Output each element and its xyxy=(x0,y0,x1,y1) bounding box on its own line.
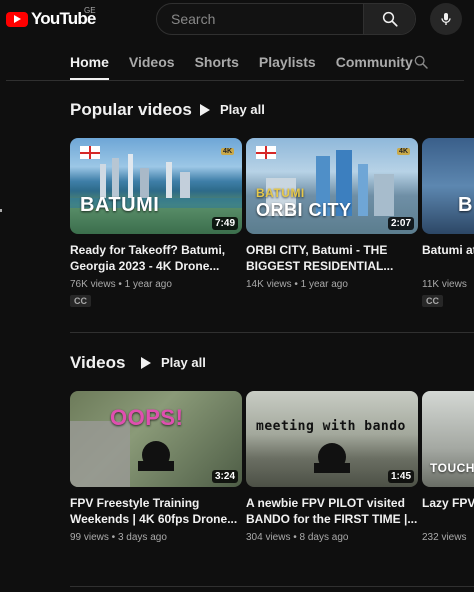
view-count: 11K views xyxy=(422,279,467,290)
video-card[interactable]: meeting with bando 1:45 A newbie FPV PIL… xyxy=(246,391,418,543)
play-all-videos[interactable]: Play all xyxy=(141,355,206,370)
video-thumbnail[interactable]: meeting with bando 1:45 xyxy=(246,391,418,487)
thumbnail-text: B xyxy=(458,194,473,216)
thumbnail-subtext: BATUMI xyxy=(256,186,305,200)
video-title[interactable]: Lazy FPV S cinematic xyxy=(422,495,474,527)
video-duration: 1:45 xyxy=(387,470,414,483)
video-title[interactable]: ORBI CITY, Batumi - THE BIGGEST RESIDENT… xyxy=(246,242,418,274)
voice-search-button[interactable] xyxy=(430,3,462,35)
georgia-flag-icon xyxy=(256,146,276,159)
upload-age: 1 year ago xyxy=(300,279,348,290)
section-title-videos: Videos xyxy=(70,353,126,372)
video-card[interactable]: 4K BATUMI ORBI CITY 2:07 ORBI CITY, Batu… xyxy=(246,138,418,290)
tab-community[interactable]: Community xyxy=(336,46,413,80)
view-count: 99 views xyxy=(70,532,109,543)
view-count: 14K views xyxy=(246,279,292,290)
upload-age: 8 days ago xyxy=(299,532,349,543)
thumbnail-text: ORBI CITY xyxy=(256,200,352,220)
cc-badge: CC xyxy=(422,295,443,307)
search-icon xyxy=(414,55,428,69)
georgia-flag-icon xyxy=(80,146,100,159)
country-code: GE xyxy=(84,6,96,15)
search-box xyxy=(156,3,416,35)
video-meta: 304 views • 8 days ago xyxy=(246,532,349,543)
video-card[interactable]: B Batumi at Pro | 4K Ci 11K views CC xyxy=(422,138,474,309)
upload-age: 1 year ago xyxy=(124,279,172,290)
video-thumbnail[interactable]: TOUCH xyxy=(422,391,474,487)
video-duration: 3:24 xyxy=(211,470,238,483)
play-all-label: Play all xyxy=(220,102,265,117)
search-button[interactable] xyxy=(363,4,415,34)
video-thumbnail[interactable]: OOPS! 3:24 xyxy=(70,391,242,487)
view-count: 304 views xyxy=(246,532,291,543)
youtube-play-icon xyxy=(6,11,28,27)
video-card[interactable]: OOPS! 3:24 FPV Freestyle Training Weeken… xyxy=(70,391,242,543)
tab-playlists[interactable]: Playlists xyxy=(259,46,316,80)
section-title-popular: Popular videos xyxy=(70,100,192,119)
thumbnail-text: meeting with bando xyxy=(256,419,406,434)
video-thumbnail[interactable]: 4K BATUMI ORBI CITY 2:07 xyxy=(246,138,418,234)
video-thumbnail[interactable]: 4K BATUMI 7:49 xyxy=(70,138,242,234)
video-card[interactable]: 4K BATUMI 7:49 Ready for Takeoff? Batumi… xyxy=(70,138,242,309)
video-title[interactable]: FPV Freestyle Training Weekends | 4K 60f… xyxy=(70,495,242,527)
thumbnail-text: TOUCH xyxy=(430,461,474,475)
search-icon xyxy=(382,11,398,27)
play-all-label: Play all xyxy=(161,355,206,370)
youtube-logo[interactable]: YouTube xyxy=(6,9,96,29)
section-divider xyxy=(70,586,474,587)
view-count: 232 views xyxy=(422,532,467,543)
play-icon xyxy=(200,103,210,116)
tab-home[interactable]: Home xyxy=(70,46,109,80)
video-title[interactable]: Ready for Takeoff? Batumi, Georgia 2023 … xyxy=(70,242,242,274)
view-count: 76K views xyxy=(70,279,116,290)
video-card[interactable]: TOUCH Lazy FPV S cinematic 232 views xyxy=(422,391,474,543)
video-thumbnail[interactable]: B xyxy=(422,138,474,234)
scroll-edge-marker xyxy=(0,209,2,212)
play-all-popular[interactable]: Play all xyxy=(200,102,265,117)
video-duration: 7:49 xyxy=(211,217,238,230)
video-title[interactable]: Batumi at Pro | 4K Ci xyxy=(422,242,474,274)
cc-badge: CC xyxy=(70,295,91,307)
upload-age: 3 days ago xyxy=(117,532,167,543)
tab-videos[interactable]: Videos xyxy=(129,46,175,80)
channel-tabs: Home Videos Shorts Playlists Community xyxy=(70,46,433,80)
video-meta: 76K views • 1 year ago xyxy=(70,279,172,290)
section-divider xyxy=(70,332,474,333)
top-bar: YouTube GE xyxy=(0,0,474,40)
mic-icon xyxy=(441,13,451,25)
video-meta: 99 views • 3 days ago xyxy=(70,532,167,543)
channel-search-button[interactable] xyxy=(413,54,429,75)
video-meta: 14K views • 1 year ago xyxy=(246,279,348,290)
video-duration: 2:07 xyxy=(387,217,414,230)
quality-badge: 4K xyxy=(397,148,410,155)
tab-shorts[interactable]: Shorts xyxy=(195,46,239,80)
search-input[interactable] xyxy=(157,4,363,34)
quality-badge: 4K xyxy=(221,148,234,155)
thumbnail-text: OOPS! xyxy=(110,405,184,430)
play-icon xyxy=(141,356,151,369)
video-title[interactable]: A newbie FPV PILOT visited BANDO for the… xyxy=(246,495,418,527)
thumbnail-text: BATUMI xyxy=(80,194,160,216)
tabs-divider xyxy=(6,80,464,81)
